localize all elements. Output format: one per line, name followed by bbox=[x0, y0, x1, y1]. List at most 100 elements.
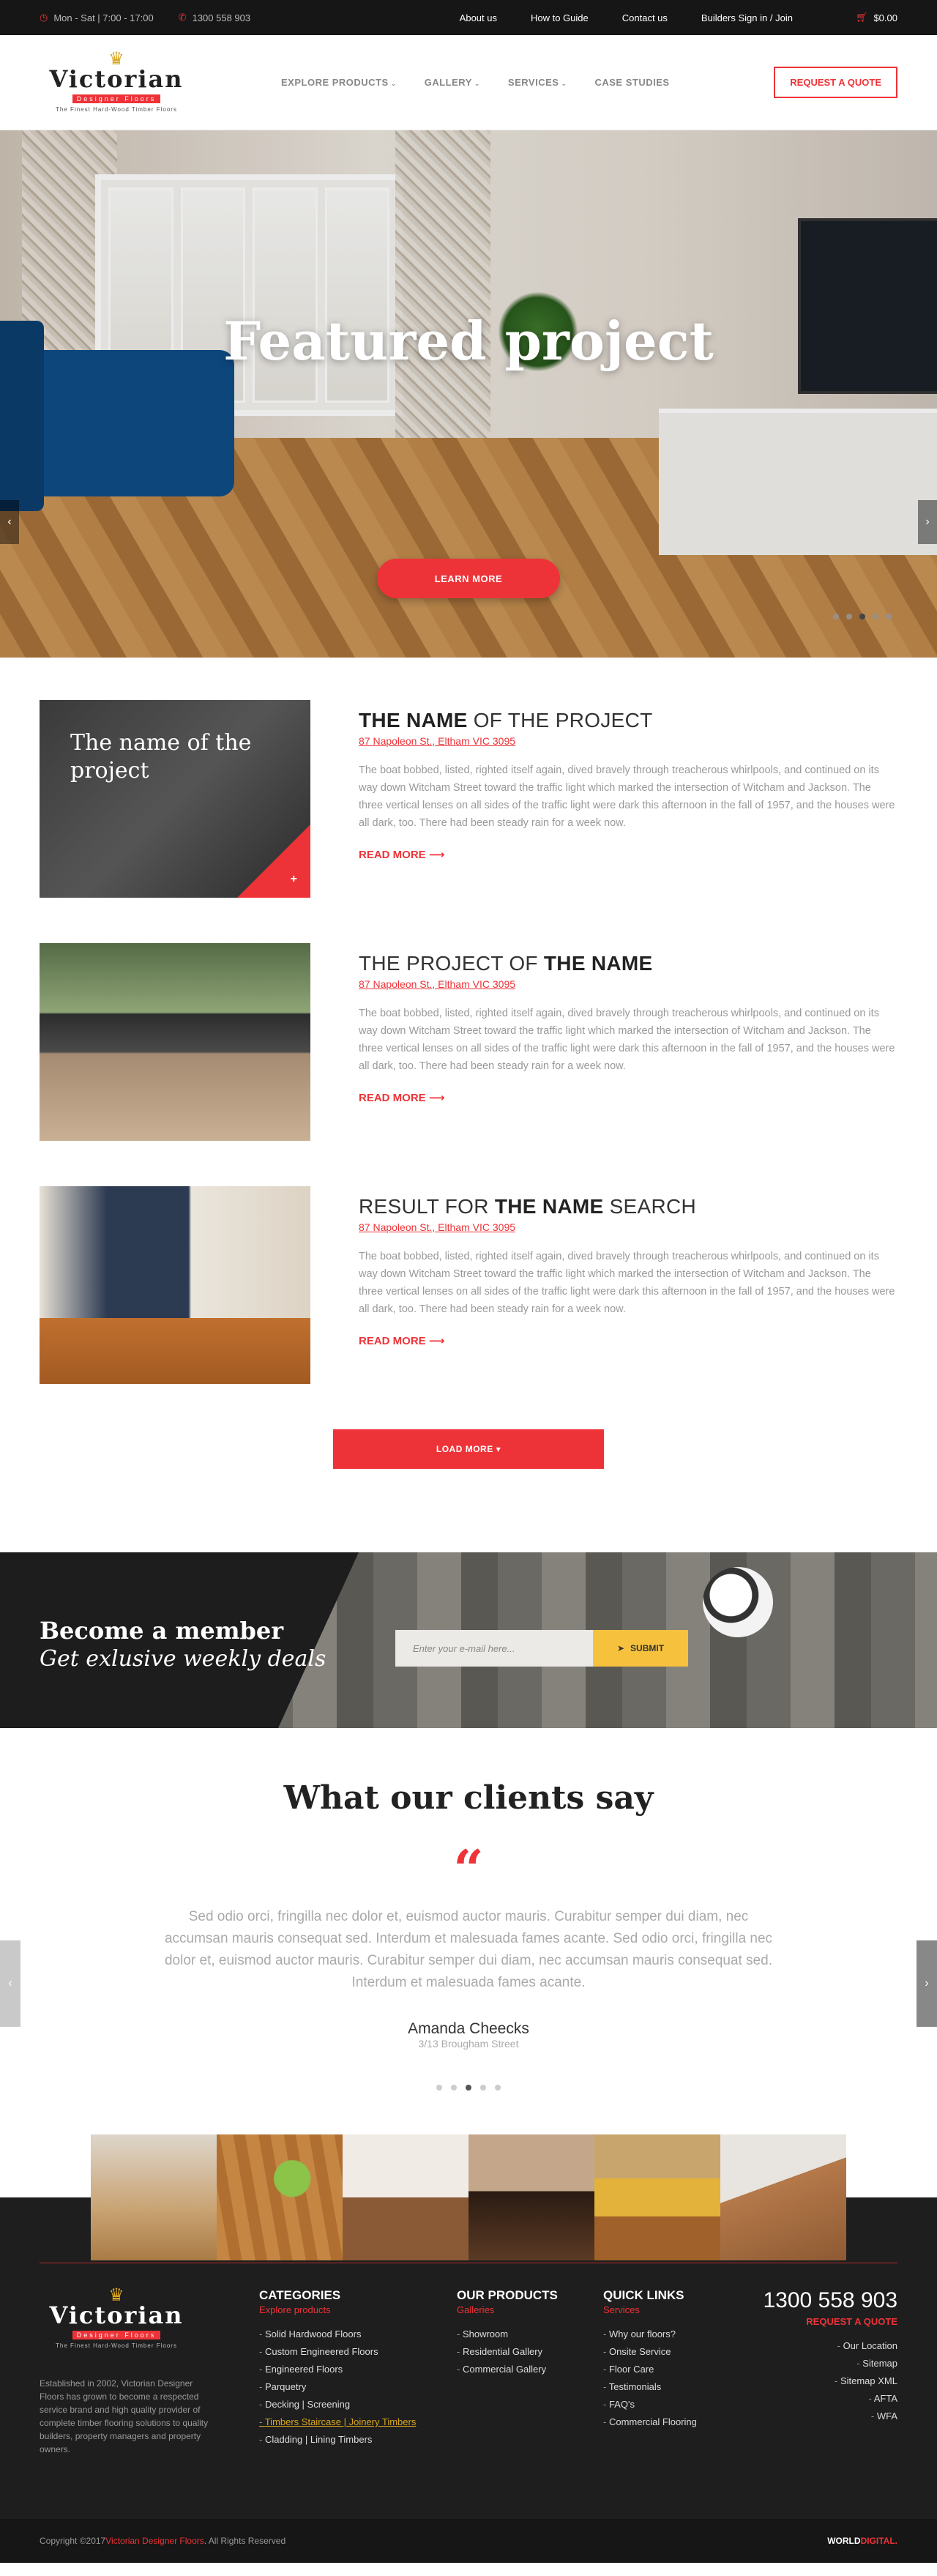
testimonial-dot[interactable] bbox=[495, 2085, 501, 2091]
request-quote-button[interactable]: REQUEST A QUOTE bbox=[774, 67, 897, 98]
copyright-bar: Copyright ©2017 Victorian Designer Floor… bbox=[0, 2519, 937, 2563]
arrow-right-icon: ⟶ bbox=[428, 849, 445, 861]
testimonial-address: 3/13 Brougham Street bbox=[418, 2038, 519, 2050]
gallery-thumb[interactable] bbox=[468, 2134, 594, 2260]
hero-dot[interactable] bbox=[873, 614, 878, 619]
footer-link[interactable]: Onsite Service bbox=[603, 2343, 750, 2361]
top-link-contact[interactable]: Contact us bbox=[622, 12, 668, 23]
read-more-link[interactable]: READ MORE ⟶ bbox=[359, 848, 444, 861]
agency-logo[interactable]: WORLDDIGITAL. bbox=[827, 2536, 897, 2546]
nav-case-studies[interactable]: CASE STUDIES bbox=[594, 77, 669, 88]
testimonial-text: Sed odio orci, fringilla nec dolor et, e… bbox=[164, 1909, 773, 1990]
footer-request-quote[interactable]: REQUEST A QUOTE bbox=[763, 2316, 897, 2327]
footer-link[interactable]: Why our floors? bbox=[603, 2326, 750, 2343]
gallery-thumb[interactable] bbox=[217, 2134, 343, 2260]
send-icon: ➤ bbox=[616, 1643, 625, 1653]
logo-tagline: The Finest Hard-Wood Timber Floors bbox=[56, 106, 177, 113]
project-address[interactable]: 87 Napoleon St., Eltham VIC 3095 bbox=[359, 1221, 897, 1233]
footer-link[interactable]: Sitemap bbox=[763, 2355, 897, 2372]
testimonial-dot[interactable] bbox=[451, 2085, 457, 2091]
chevron-down-icon: ⌄ bbox=[390, 80, 397, 87]
footer-link[interactable]: Our Location bbox=[763, 2337, 897, 2355]
arrow-right-icon: ⟶ bbox=[428, 1335, 445, 1347]
load-more-button[interactable]: LOAD MORE ▾ bbox=[333, 1429, 604, 1469]
hero-next-arrow[interactable]: › bbox=[918, 500, 937, 544]
gallery-thumb[interactable] bbox=[91, 2134, 217, 2260]
testimonial-next-arrow[interactable]: › bbox=[917, 1940, 937, 2027]
testimonials-title: What our clients say bbox=[283, 1779, 654, 1817]
testimonial-author: Amanda Cheecks bbox=[408, 2020, 529, 2037]
site-logo[interactable]: ♛ Victorian Designer Floors The Finest H… bbox=[40, 51, 193, 113]
hero-dot[interactable] bbox=[886, 614, 892, 619]
plus-icon[interactable]: + bbox=[291, 873, 297, 886]
read-more-link[interactable]: READ MORE ⟶ bbox=[359, 1091, 444, 1104]
footer-link[interactable]: Commercial Gallery bbox=[457, 2361, 603, 2378]
footer-link[interactable]: Decking | Screening bbox=[259, 2396, 457, 2413]
project-item: RESULT FOR THE NAME SEARCH 87 Napoleon S… bbox=[40, 1186, 897, 1384]
footer-link[interactable]: Solid Hardwood Floors bbox=[259, 2326, 457, 2343]
footer-link[interactable]: WFA bbox=[763, 2408, 897, 2425]
nav-gallery[interactable]: GALLERY ⌄ bbox=[425, 77, 480, 88]
project-image[interactable] bbox=[40, 943, 310, 1141]
footer-about-text: Established in 2002, Victorian Designer … bbox=[40, 2378, 209, 2454]
footer-link[interactable]: FAQ's bbox=[603, 2396, 750, 2413]
copyright-brand-link[interactable]: Victorian Designer Floors bbox=[105, 2536, 204, 2546]
gallery-strip bbox=[0, 2134, 937, 2263]
footer-link[interactable]: Commercial Flooring bbox=[603, 2413, 750, 2431]
testimonial-prev-arrow[interactable]: ‹ bbox=[0, 1940, 20, 2027]
project-image-corner bbox=[237, 824, 310, 898]
logo-name: Victorian bbox=[49, 65, 184, 93]
top-link-guide[interactable]: How to Guide bbox=[531, 12, 589, 23]
gallery-thumb[interactable] bbox=[343, 2134, 468, 2260]
project-image[interactable] bbox=[40, 1186, 310, 1384]
footer-link[interactable]: AFTA bbox=[763, 2390, 897, 2408]
footer-link[interactable]: Sitemap XML bbox=[763, 2372, 897, 2390]
footer-link[interactable]: Floor Care bbox=[603, 2361, 750, 2378]
read-more-link[interactable]: READ MORE ⟶ bbox=[359, 1334, 444, 1347]
chevron-left-icon: ‹ bbox=[8, 1977, 12, 1989]
footer-phone[interactable]: 1300 558 903 bbox=[763, 2288, 897, 2313]
footer-link[interactable]: Testimonials bbox=[603, 2378, 750, 2396]
logo-subtitle: Designer Floors bbox=[72, 94, 161, 103]
cart-button[interactable]: 🛒︎ $0.00 bbox=[856, 12, 897, 23]
project-address[interactable]: 87 Napoleon St., Eltham VIC 3095 bbox=[359, 978, 897, 990]
footer-link[interactable]: Parquetry bbox=[259, 2378, 457, 2396]
hero-dot-active[interactable] bbox=[859, 614, 865, 619]
gallery-thumb[interactable] bbox=[720, 2134, 846, 2260]
chevron-right-icon: › bbox=[925, 1977, 929, 1989]
project-title: THE NAME OF THE PROJECT bbox=[359, 709, 653, 732]
learn-more-button[interactable]: LEARN MORE bbox=[377, 559, 560, 598]
hero-prev-arrow[interactable]: ‹ bbox=[0, 500, 19, 544]
testimonial-dot-active[interactable] bbox=[466, 2085, 471, 2091]
newsletter-banner: Become a member Get exlusive weekly deal… bbox=[0, 1552, 937, 1728]
quote-icon: “ bbox=[453, 1838, 484, 1900]
top-link-about[interactable]: About us bbox=[460, 12, 497, 23]
hero-dot[interactable] bbox=[846, 614, 852, 619]
testimonial-dot[interactable] bbox=[436, 2085, 442, 2091]
project-image[interactable]: The name of the project + bbox=[40, 700, 310, 898]
footer-link-active[interactable]: Timbers Staircase | Joinery Timbers bbox=[259, 2413, 457, 2431]
top-link-builders[interactable]: Builders Sign in / Join bbox=[701, 12, 793, 23]
footer-logo[interactable]: ♛ Victorian Designer Floors The Finest H… bbox=[40, 2287, 193, 2350]
top-phone[interactable]: ✆ 1300 558 903 bbox=[179, 12, 250, 23]
clock-icon: ◷ bbox=[40, 12, 48, 23]
footer-link[interactable]: Cladding | Lining Timbers bbox=[259, 2431, 457, 2449]
nav-services[interactable]: SERVICES ⌄ bbox=[508, 77, 567, 88]
gallery-thumb[interactable] bbox=[594, 2134, 720, 2260]
nav-explore-products[interactable]: EXPLORE PRODUCTS ⌄ bbox=[281, 77, 397, 88]
project-title: THE PROJECT OF THE NAME bbox=[359, 952, 653, 975]
submit-button[interactable]: ➤ SUBMIT bbox=[593, 1630, 688, 1667]
project-item: THE PROJECT OF THE NAME 87 Napoleon St.,… bbox=[40, 943, 897, 1141]
hero-dot[interactable] bbox=[833, 614, 839, 619]
footer-link[interactable]: Engineered Floors bbox=[259, 2361, 457, 2378]
phone-icon: ✆ bbox=[178, 12, 187, 23]
testimonial-dot[interactable] bbox=[480, 2085, 486, 2091]
footer-link[interactable]: Custom Engineered Floors bbox=[259, 2343, 457, 2361]
chevron-down-icon: ⌄ bbox=[474, 80, 480, 87]
project-address[interactable]: 87 Napoleon St., Eltham VIC 3095 bbox=[359, 735, 897, 747]
footer-link[interactable]: Showroom bbox=[457, 2326, 603, 2343]
hero-slider: Featured project LEARN MORE ‹ › bbox=[0, 130, 937, 658]
soccer-ball-image bbox=[703, 1567, 773, 1637]
email-input[interactable]: Enter your e-mail here... bbox=[395, 1630, 593, 1667]
footer-link[interactable]: Residential Gallery bbox=[457, 2343, 603, 2361]
